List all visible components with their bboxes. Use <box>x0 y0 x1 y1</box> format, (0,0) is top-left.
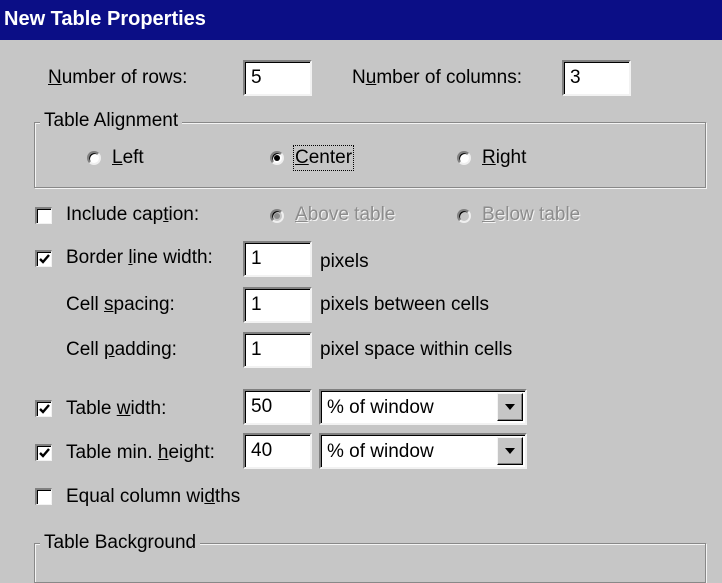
table-height-checkbox[interactable] <box>35 444 52 461</box>
dialog-title: New Table Properties <box>4 8 206 30</box>
radio-selected-dot <box>274 155 280 161</box>
equal-column-widths-checkbox[interactable] <box>35 488 52 505</box>
checkmark-icon <box>39 254 50 264</box>
cell-spacing-label: Cell spacing: <box>66 294 175 315</box>
columns-input[interactable]: 3 <box>562 60 631 96</box>
border-width-label[interactable]: Border line width: <box>66 247 213 269</box>
table-width-input[interactable]: 50 <box>243 389 312 425</box>
cell-padding-input[interactable]: 1 <box>243 332 312 368</box>
caption-above-radio[interactable] <box>270 209 284 223</box>
table-width-unit-value: % of window <box>327 397 434 418</box>
table-width-label[interactable]: Table width: <box>66 398 166 420</box>
radio-selected-dot <box>274 213 280 219</box>
dropdown-button[interactable] <box>497 437 523 465</box>
columns-label: Number of columns: <box>352 67 523 88</box>
table-width-unit-select[interactable]: % of window <box>319 389 527 425</box>
align-left-label[interactable]: Left <box>112 147 144 169</box>
cell-spacing-unit: pixels between cells <box>320 294 489 315</box>
caption-below-label[interactable]: Below table <box>482 204 580 226</box>
table-height-unit-select[interactable]: % of window <box>319 433 527 469</box>
rows-label: Number of rows: <box>48 67 188 88</box>
equal-column-widths-label[interactable]: Equal column widths <box>66 486 240 508</box>
border-width-input[interactable]: 1 <box>243 241 312 277</box>
dialog-title-bar[interactable]: New Table Properties <box>0 0 722 40</box>
caption-below-radio[interactable] <box>457 209 471 223</box>
caption-above-label[interactable]: Above table <box>295 204 395 226</box>
cell-padding-unit: pixel space within cells <box>320 339 513 360</box>
table-height-label[interactable]: Table min. height: <box>66 442 215 464</box>
checkmark-icon <box>39 404 50 414</box>
align-right-label[interactable]: Right <box>482 147 526 169</box>
align-left-radio[interactable] <box>87 151 101 165</box>
rows-input[interactable]: 5 <box>243 60 312 96</box>
table-height-input[interactable]: 40 <box>243 433 312 469</box>
table-width-checkbox[interactable] <box>35 400 52 417</box>
align-right-radio[interactable] <box>457 151 471 165</box>
cell-spacing-input[interactable]: 1 <box>243 287 312 323</box>
border-width-checkbox[interactable] <box>35 250 52 267</box>
checkmark-icon <box>39 448 50 458</box>
align-center-radio[interactable] <box>270 151 284 165</box>
table-height-unit-value: % of window <box>327 441 434 462</box>
border-width-unit: pixels <box>320 251 369 272</box>
include-caption-checkbox[interactable] <box>35 207 52 224</box>
include-caption-label[interactable]: Include caption: <box>66 204 199 226</box>
chevron-down-icon <box>505 404 515 410</box>
chevron-down-icon <box>505 448 515 454</box>
table-background-group-label: Table Background <box>40 532 201 554</box>
dropdown-button[interactable] <box>497 393 523 421</box>
align-center-label[interactable]: Center <box>292 145 355 171</box>
alignment-group-label: Table Alignment <box>40 110 183 132</box>
cell-padding-label: Cell padding: <box>66 339 177 360</box>
